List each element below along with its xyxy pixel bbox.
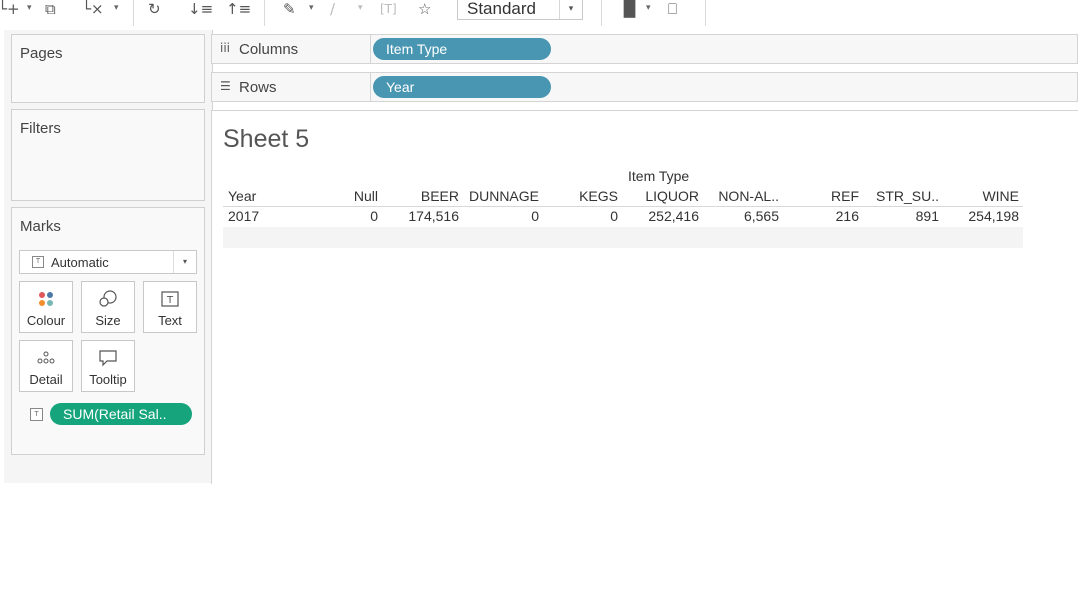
text-icon: T bbox=[144, 290, 196, 308]
pin-icon[interactable]: ☆ bbox=[418, 0, 431, 18]
column-header[interactable]: LIQUOR bbox=[621, 188, 699, 204]
toolbar-divider bbox=[601, 0, 602, 26]
toolbar-divider bbox=[705, 0, 706, 26]
mark-type-value: Automatic bbox=[51, 255, 109, 270]
text-mark-icon: T bbox=[30, 408, 43, 421]
detail-label: Detail bbox=[29, 372, 63, 387]
size-button[interactable]: Size bbox=[81, 281, 135, 333]
column-header[interactable]: BEER bbox=[381, 188, 459, 204]
fit-select[interactable]: Standard ▾ bbox=[457, 0, 583, 20]
columns-icon: iii bbox=[220, 41, 231, 55]
shelf-divider bbox=[370, 35, 371, 63]
toolbar-divider bbox=[133, 0, 134, 26]
worksheet-view[interactable]: Sheet 5 Item Type Year Null BEER DUNNAGE KE… bbox=[211, 110, 1078, 484]
add-measure-icon[interactable]: └+ bbox=[0, 0, 20, 18]
header-divider bbox=[223, 206, 1023, 207]
presentation-icon[interactable]: ⎕ bbox=[668, 0, 677, 18]
toolbar-divider bbox=[264, 0, 265, 26]
chevron-down-icon[interactable]: ▾ bbox=[559, 0, 582, 19]
filters-title: Filters bbox=[20, 120, 61, 137]
chevron-down-icon[interactable]: ▾ bbox=[27, 0, 32, 16]
column-group-header[interactable]: Item Type bbox=[628, 168, 689, 184]
rows-label: Rows bbox=[239, 79, 277, 96]
detail-button[interactable]: Detail bbox=[19, 340, 73, 392]
colour-button[interactable]: Colour bbox=[19, 281, 73, 333]
colour-label: Colour bbox=[26, 313, 66, 328]
shelf-divider bbox=[370, 73, 371, 101]
colour-icon bbox=[20, 290, 72, 308]
rows-pill-label: Year bbox=[386, 79, 415, 95]
text-button[interactable]: T Text bbox=[143, 281, 197, 333]
columns-label: Columns bbox=[239, 41, 299, 58]
sheet-title[interactable]: Sheet 5 bbox=[223, 125, 309, 154]
row-header-year[interactable]: Year bbox=[228, 188, 256, 204]
highlight-icon[interactable]: ✎ bbox=[283, 0, 296, 18]
column-header[interactable]: DUNNAGE bbox=[461, 188, 539, 204]
filters-card: Filters bbox=[11, 109, 205, 201]
svg-text:T: T bbox=[166, 295, 174, 306]
column-header[interactable]: Null bbox=[300, 188, 378, 204]
column-header[interactable]: STR_SU.. bbox=[861, 188, 939, 204]
row-band bbox=[223, 227, 1023, 248]
table-cell[interactable]: 0 bbox=[540, 208, 618, 224]
text-label-icon[interactable]: [T] bbox=[380, 0, 397, 18]
text-mark-icon: T bbox=[32, 256, 44, 268]
detail-icon bbox=[20, 349, 72, 367]
mark-type-select[interactable]: T Automatic ▾ bbox=[19, 250, 197, 274]
table-cell[interactable]: 6,565 bbox=[701, 208, 779, 224]
columns-pill-label: Item Type bbox=[386, 41, 448, 57]
table-cell[interactable]: 252,416 bbox=[621, 208, 699, 224]
row-year[interactable]: 2017 bbox=[228, 208, 259, 224]
marks-title: Marks bbox=[20, 218, 61, 235]
column-header[interactable]: WINE bbox=[941, 188, 1019, 204]
columns-pill[interactable]: Item Type bbox=[373, 38, 551, 60]
table-cell[interactable]: 0 bbox=[461, 208, 539, 224]
rows-shelf[interactable]: ☰ Rows bbox=[211, 72, 1078, 102]
size-icon bbox=[82, 290, 134, 308]
tooltip-button[interactable]: Tooltip bbox=[81, 340, 135, 392]
table-cell[interactable]: 254,198 bbox=[941, 208, 1019, 224]
size-label: Size bbox=[95, 313, 121, 328]
chevron-down-icon[interactable]: ▾ bbox=[646, 0, 651, 16]
chevron-down-icon[interactable]: ▾ bbox=[114, 0, 119, 16]
column-header[interactable]: KEGS bbox=[540, 188, 618, 204]
text-label: Text bbox=[158, 313, 182, 328]
table-cell[interactable]: 0 bbox=[300, 208, 378, 224]
clear-sheet-icon[interactable]: └× bbox=[82, 0, 104, 18]
tooltip-icon bbox=[82, 349, 134, 367]
column-header[interactable]: REF bbox=[781, 188, 859, 204]
paperclip-icon[interactable]: ∕ bbox=[330, 0, 335, 18]
table-cell[interactable]: 216 bbox=[781, 208, 859, 224]
pages-card: Pages bbox=[11, 34, 205, 103]
rows-pill[interactable]: Year bbox=[373, 76, 551, 98]
pages-title: Pages bbox=[20, 45, 63, 62]
measure-pill[interactable]: SUM(Retail Sal.. bbox=[50, 403, 192, 425]
show-me-icon[interactable]: ▐▌ bbox=[618, 0, 641, 18]
table-cell[interactable]: 891 bbox=[861, 208, 939, 224]
tooltip-label: Tooltip bbox=[89, 372, 127, 387]
sort-descending-icon[interactable]: ↑≡ bbox=[226, 0, 251, 18]
add-chart-icon[interactable]: ⧉ bbox=[45, 0, 56, 18]
swap-icon[interactable]: ↻ bbox=[148, 0, 161, 18]
chevron-down-icon[interactable]: ▾ bbox=[173, 251, 196, 273]
chevron-down-icon[interactable]: ▾ bbox=[309, 0, 314, 16]
chevron-down-icon[interactable]: ▾ bbox=[358, 0, 363, 16]
columns-shelf[interactable]: iii Columns bbox=[211, 34, 1078, 64]
toolbar: └+ ▾ ⧉ └× ▾ ↻ ↓≡ ↑≡ ✎ ▾ ∕ ▾ [T] ☆ Standa… bbox=[0, 0, 1078, 28]
measure-pill-label: SUM(Retail Sal.. bbox=[63, 406, 167, 422]
column-header[interactable]: NON-AL.. bbox=[701, 188, 779, 204]
fit-select-value: Standard bbox=[467, 0, 536, 18]
rows-icon: ☰ bbox=[220, 79, 231, 93]
table-cell[interactable]: 174,516 bbox=[381, 208, 459, 224]
sort-ascending-icon[interactable]: ↓≡ bbox=[188, 0, 213, 18]
